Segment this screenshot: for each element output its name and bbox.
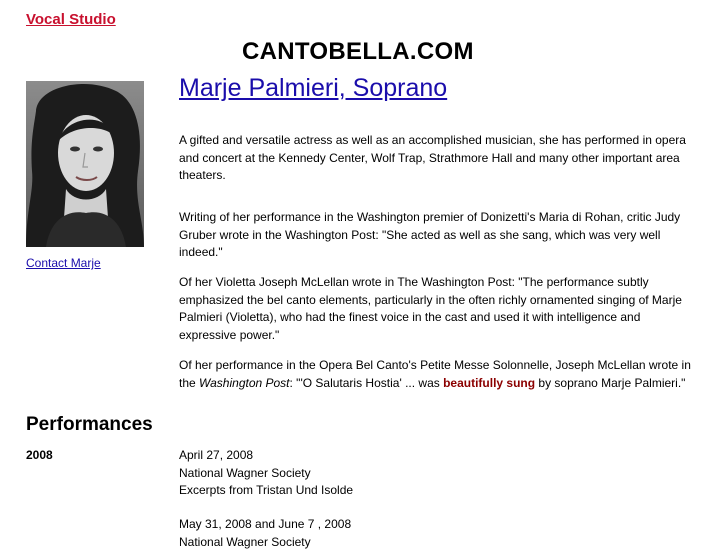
bio-paragraph-4: Of her performance in the Opera Bel Cant… — [179, 357, 699, 392]
bio-p4-publication: Washington Post — [199, 376, 290, 390]
bio-heading-link[interactable]: Marje Palmieri, Soprano — [179, 74, 447, 103]
site-title: CANTOBELLA.COM — [242, 38, 474, 66]
event-date: April 27, 2008 — [179, 447, 353, 465]
bio-paragraph-3: Of her Violetta Joseph McLellan wrote in… — [179, 274, 699, 344]
performances-heading: Performances — [26, 414, 153, 436]
bio-p4-text-c: by soprano Marje Palmieri." — [535, 376, 685, 390]
event-organization: National Wagner Society — [179, 534, 351, 551]
event-organization: National Wagner Society — [179, 465, 353, 483]
performance-year: 2008 — [26, 448, 53, 462]
performance-event: April 27, 2008 National Wagner Society E… — [179, 447, 353, 500]
bio-p4-text-b: : "'O Salutaris Hostia' ... was — [290, 376, 444, 390]
vocal-studio-link[interactable]: Vocal Studio — [26, 11, 116, 28]
portrait-photo — [26, 81, 144, 247]
event-program: Excerpts from Tristan Und Isolde — [179, 482, 353, 500]
contact-marje-link[interactable]: Contact Marje — [26, 256, 101, 270]
bio-paragraph-1: A gifted and versatile actress as well a… — [179, 132, 699, 185]
review-highlight: beautifully sung — [443, 376, 535, 390]
event-date: May 31, 2008 and June 7 , 2008 — [179, 516, 351, 534]
performance-event: May 31, 2008 and June 7 , 2008 National … — [179, 516, 351, 551]
bio-paragraph-2: Writing of her performance in the Washin… — [179, 209, 699, 262]
